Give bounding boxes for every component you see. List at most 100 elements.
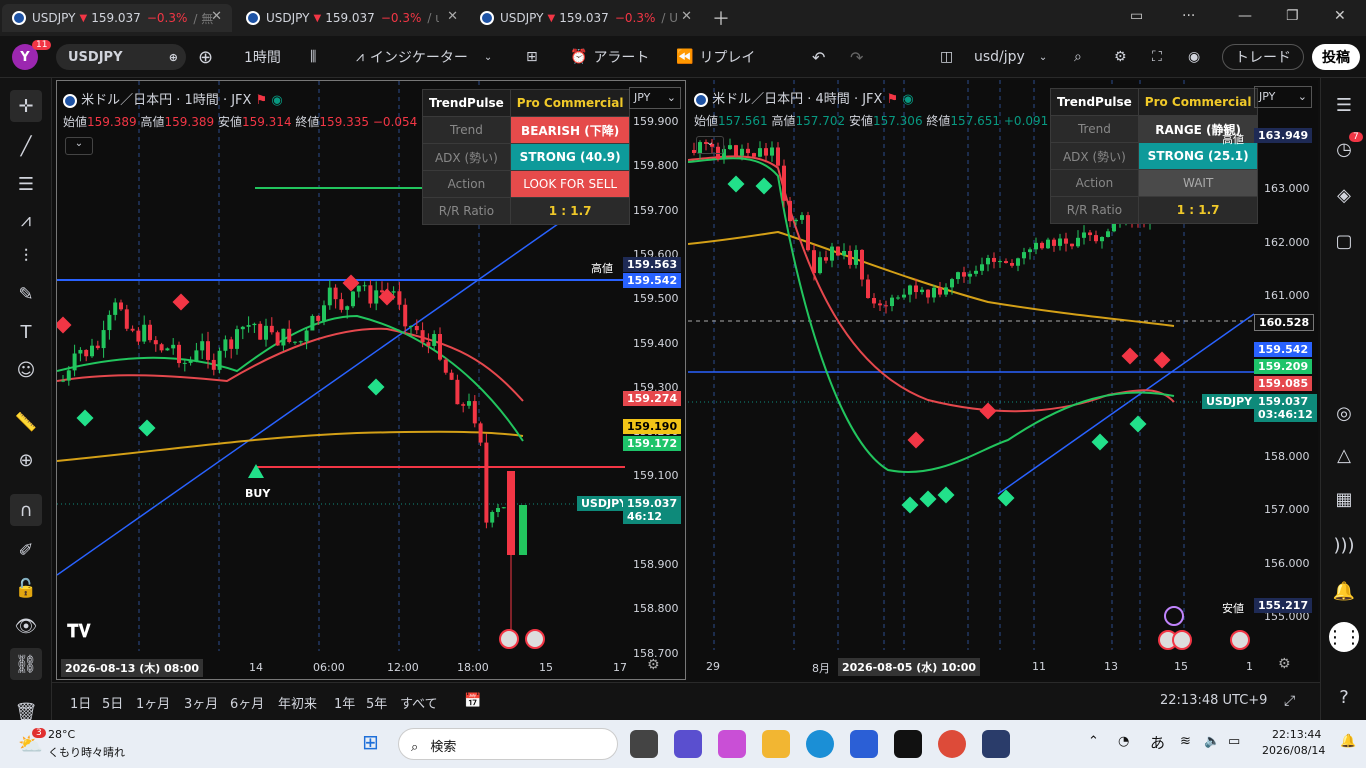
tab-usdjpy-1[interactable]: USDJPY ▼ 159.037 −0.3% / 無 ✕	[2, 4, 232, 32]
clock-time[interactable]: 22:13:44	[1272, 728, 1321, 741]
tab-usdjpy-3[interactable]: USDJPY ▼ 159.037 −0.3% / U ✕	[470, 4, 702, 32]
app-icon[interactable]	[982, 730, 1010, 758]
wifi-icon[interactable]: ≋	[1180, 734, 1191, 749]
ime-indicator[interactable]: あ	[1150, 732, 1165, 753]
range-3m[interactable]: 3ヶ月	[184, 693, 218, 712]
avatar[interactable]: Y 11	[12, 36, 52, 78]
eye-icon[interactable]: 👁	[10, 610, 42, 642]
collapse-legend-icon[interactable]: ⌄	[696, 136, 724, 154]
tradingview-app-icon[interactable]	[894, 730, 922, 758]
indicators-button[interactable]: ⩘ インジケーター ⌄	[356, 36, 492, 78]
ideas-icon[interactable]: △	[1329, 440, 1359, 470]
range-ytd[interactable]: 年初来	[278, 693, 317, 712]
maximize-icon[interactable]: ⤢	[1284, 693, 1295, 709]
emoji-icon[interactable]: ☺	[10, 354, 42, 386]
layout-icon[interactable]: ◫	[940, 36, 953, 78]
tradingview-logo: 𝐓𝐕	[67, 621, 91, 642]
symbol-search[interactable]: USDJPY ⊕	[56, 44, 186, 70]
templates-icon[interactable]: ⊞	[526, 36, 538, 78]
settings-icon[interactable]: ⚙	[1114, 36, 1127, 78]
window-close-icon[interactable]: ✕	[1334, 8, 1346, 24]
collapse-legend-icon[interactable]: ⌄	[65, 137, 93, 155]
chart-settings-icon[interactable]: ⚙	[647, 657, 660, 673]
minimize-icon[interactable]: —	[1238, 8, 1252, 24]
camera-icon[interactable]: ◉	[1188, 36, 1200, 78]
replay-button[interactable]: ⏪ リプレイ	[676, 36, 755, 78]
range-1m[interactable]: 1ヶ月	[136, 693, 170, 712]
calendar-icon[interactable]: ▦	[1329, 484, 1359, 514]
notification-icon[interactable]: 🔔	[1340, 734, 1356, 749]
new-tab-icon[interactable]: ＋	[712, 5, 730, 31]
currency-select[interactable]: JPY ⌄	[1254, 86, 1312, 108]
quick-search-icon[interactable]: ⌕	[1074, 36, 1082, 78]
utc-clock[interactable]: 22:13:48 UTC+9	[1160, 693, 1267, 708]
brush-icon[interactable]: ✎	[10, 278, 42, 310]
copilot-icon[interactable]	[718, 730, 746, 758]
layers-icon[interactable]: ◈	[1329, 180, 1359, 210]
chart-settings-icon[interactable]: ⚙	[1278, 656, 1291, 672]
ruler-icon[interactable]: 📏	[10, 406, 42, 438]
horizontal-lines-icon[interactable]: ☰	[10, 168, 42, 200]
task-view-icon[interactable]	[630, 730, 658, 758]
lock-icon[interactable]: 🔓	[10, 572, 42, 604]
goto-date-icon[interactable]: 📅	[464, 693, 481, 709]
chart-pane-4h[interactable]: 米ドル／日本円 · 4時間 · JFX ⚑ ◉ 始値157.561 高値157.…	[688, 80, 1318, 680]
chrome-icon[interactable]	[938, 730, 966, 758]
target-icon[interactable]: ◎	[1329, 398, 1359, 428]
candle-style-icon[interactable]: ⫼	[310, 36, 316, 78]
clock-date[interactable]: 2026/08/14	[1262, 744, 1325, 757]
close-icon[interactable]: ✕	[211, 9, 222, 24]
more-icon[interactable]: ···	[1182, 8, 1195, 24]
volume-icon[interactable]: 🔈	[1204, 734, 1220, 749]
range-5d[interactable]: 5日	[102, 693, 123, 712]
close-icon[interactable]: ✕	[681, 9, 692, 24]
range-1y[interactable]: 1年	[334, 693, 355, 712]
battery-icon[interactable]: ▭	[1228, 734, 1240, 749]
store-icon[interactable]	[850, 730, 878, 758]
trade-button[interactable]: トレード	[1222, 44, 1304, 70]
bar-countdown: 03:46:12	[1258, 408, 1313, 421]
tray-chevron-icon[interactable]: ⌃	[1088, 734, 1099, 749]
add-symbol-icon[interactable]: ⊕	[169, 51, 178, 64]
tab-usdjpy-2[interactable]: USDJPY ▼ 159.037 −0.3% / ι ✕	[236, 4, 468, 32]
range-1d[interactable]: 1日	[70, 693, 91, 712]
close-icon[interactable]: ✕	[447, 9, 458, 24]
tray-app-icon[interactable]: ◔	[1118, 734, 1129, 749]
apps-grid-icon[interactable]: ⋮⋮	[1326, 622, 1362, 652]
magnet-icon[interactable]: ∩	[10, 494, 42, 526]
range-6m[interactable]: 6ヶ月	[230, 693, 264, 712]
bell-icon[interactable]: 🔔	[1329, 576, 1359, 606]
taskbar-search[interactable]: ⌕ 検索	[398, 728, 618, 760]
crosshair-icon[interactable]: ✛	[10, 90, 42, 122]
redo-icon[interactable]: ↷	[850, 36, 863, 78]
broadcast-icon[interactable]: )))	[1329, 530, 1359, 560]
monitor-icon[interactable]: ▭	[1130, 8, 1143, 24]
watchlist-icon[interactable]: ☰	[1329, 90, 1359, 120]
fib-icon[interactable]: ⫶	[10, 240, 42, 272]
trendline-icon[interactable]: ╱	[10, 130, 42, 162]
range-5y[interactable]: 5年	[366, 693, 387, 712]
lock-drawing-icon[interactable]: ✐	[10, 534, 42, 566]
compare-add-icon[interactable]: ⊕	[198, 36, 213, 78]
start-icon[interactable]: ⊞	[362, 730, 388, 756]
link-icon[interactable]: ⛓	[10, 648, 42, 680]
alert-button[interactable]: ⏰ アラート	[570, 36, 649, 78]
text-icon[interactable]: T	[10, 316, 42, 348]
layout-name: usd/jpy	[974, 49, 1025, 65]
interval-button[interactable]: 1時間	[244, 36, 281, 78]
pattern-icon[interactable]: ⩘	[10, 204, 42, 236]
meet-icon[interactable]	[674, 730, 702, 758]
explorer-icon[interactable]	[762, 730, 790, 758]
edge-icon[interactable]	[806, 730, 834, 758]
undo-icon[interactable]: ↶	[812, 36, 825, 78]
fullscreen-icon[interactable]: ⛶	[1152, 36, 1162, 78]
help-icon[interactable]: ?	[1329, 682, 1359, 712]
restore-icon[interactable]: ❐	[1286, 8, 1299, 24]
currency-select[interactable]: JPY ⌄	[629, 87, 681, 109]
range-all[interactable]: すべて	[400, 693, 438, 712]
chart-pane-1h[interactable]: 米ドル／日本円 · 1時間 · JFX ⚑ ◉ 始値159.389 高値159.…	[56, 80, 686, 680]
chat-icon[interactable]: ▢	[1329, 226, 1359, 256]
zoom-icon[interactable]: ⊕	[10, 444, 42, 476]
publish-button[interactable]: 投稿	[1312, 44, 1360, 70]
layout-name-button[interactable]: usd/jpy ⌄	[974, 36, 1047, 78]
